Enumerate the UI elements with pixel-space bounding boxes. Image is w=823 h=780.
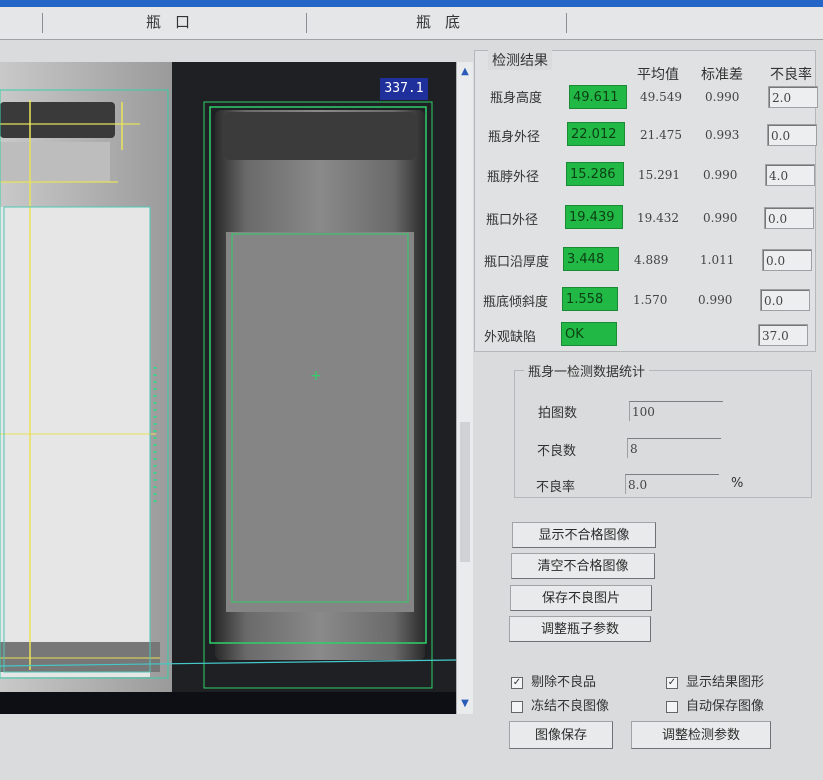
checkbox-empty-icon bbox=[511, 700, 523, 713]
result-avg: 21.475 bbox=[640, 128, 682, 142]
show-ng-images-button[interactable]: 显示不合格图像 bbox=[512, 522, 656, 548]
result-avg: 19.432 bbox=[637, 211, 679, 225]
result-rate-field[interactable]: 2.0 bbox=[768, 86, 818, 108]
measurement-badge: 337.1 bbox=[380, 78, 428, 100]
bottle-mouth-left bbox=[0, 102, 115, 138]
bottle-body-face bbox=[226, 232, 414, 612]
result-avg: 1.570 bbox=[633, 293, 668, 307]
result-value: OK bbox=[561, 322, 617, 346]
result-std: 1.011 bbox=[700, 253, 735, 267]
checkbox-label: 自动保存图像 bbox=[686, 699, 765, 714]
result-label: 瓶身高度 bbox=[490, 91, 543, 106]
result-label: 瓶口外径 bbox=[486, 213, 539, 228]
checkbox-check-icon: ✓ bbox=[666, 676, 678, 689]
viewer-footer bbox=[0, 692, 456, 714]
clear-ng-images-button[interactable]: 清空不合格图像 bbox=[511, 553, 655, 579]
result-avg: 49.549 bbox=[640, 90, 682, 104]
save-ng-pictures-button[interactable]: 保存不良图片 bbox=[510, 585, 652, 611]
bottle-base-left bbox=[0, 642, 160, 672]
center-crosshair: + bbox=[310, 368, 322, 384]
defect-rate-label: 不良率 bbox=[536, 480, 576, 495]
result-std: 0.990 bbox=[703, 211, 738, 225]
defect-rate-unit: % bbox=[731, 476, 744, 491]
tab-divider bbox=[42, 13, 43, 33]
result-value: 49.611 bbox=[569, 85, 627, 109]
shot-count-field[interactable]: 100 bbox=[629, 401, 723, 421]
reject-ng-checkbox[interactable]: ✓ 剔除不良品 bbox=[511, 671, 596, 690]
result-value: 1.558 bbox=[562, 287, 618, 311]
result-rate-field[interactable]: 0.0 bbox=[767, 124, 817, 146]
save-image-button[interactable]: 图像保存 bbox=[509, 721, 613, 749]
scroll-down-icon[interactable]: ▼ bbox=[459, 697, 471, 711]
defect-rate-field[interactable]: 8.0 bbox=[625, 474, 719, 494]
checkbox-label: 冻结不良图像 bbox=[531, 699, 610, 714]
camera-image-viewer[interactable]: + 337.1 bbox=[0, 62, 456, 714]
tab-bottle-mouth[interactable]: 瓶口 bbox=[110, 7, 240, 39]
defect-count-label: 不良数 bbox=[537, 444, 577, 459]
result-std: 0.990 bbox=[703, 168, 738, 182]
result-label: 瓶身外径 bbox=[488, 130, 541, 145]
result-label: 瓶底倾斜度 bbox=[483, 295, 549, 310]
result-value: 15.286 bbox=[566, 162, 624, 186]
view-tab-strip: 瓶口 瓶底 bbox=[0, 7, 823, 40]
result-std: 0.993 bbox=[705, 128, 740, 142]
result-value: 3.448 bbox=[563, 247, 619, 271]
statistics-title: 瓶身一检测数据统计 bbox=[524, 361, 650, 380]
scroll-thumb[interactable] bbox=[460, 422, 470, 562]
column-header-avg: 平均值 bbox=[637, 67, 679, 83]
result-std: 0.990 bbox=[698, 293, 733, 307]
bottle-body-left bbox=[0, 207, 150, 677]
checkbox-label: 剔除不良品 bbox=[531, 675, 597, 690]
result-rate-field[interactable]: 0.0 bbox=[760, 289, 810, 311]
show-result-graphics-checkbox[interactable]: ✓ 显示结果图形 bbox=[666, 671, 764, 690]
adjust-detection-params-button[interactable]: 调整检测参数 bbox=[631, 721, 771, 749]
shot-count-label: 拍图数 bbox=[538, 406, 578, 421]
tab-bottle-bottom[interactable]: 瓶底 bbox=[380, 7, 510, 39]
freeze-ng-image-checkbox[interactable]: 冻结不良图像 bbox=[511, 695, 609, 714]
tab-divider bbox=[566, 13, 567, 33]
result-value: 22.012 bbox=[567, 122, 625, 146]
result-label: 外观缺陷 bbox=[484, 330, 537, 345]
inspection-image: + bbox=[0, 62, 456, 714]
checkbox-empty-icon bbox=[666, 700, 678, 713]
result-label: 瓶口沿厚度 bbox=[484, 255, 550, 270]
result-avg: 4.889 bbox=[634, 253, 669, 267]
bottle-mouth-right bbox=[222, 112, 418, 160]
checkbox-label: 显示结果图形 bbox=[686, 675, 765, 690]
result-rate-field[interactable]: 0.0 bbox=[764, 207, 814, 229]
result-std: 0.990 bbox=[705, 90, 740, 104]
result-rate-field[interactable]: 4.0 bbox=[765, 164, 815, 186]
auto-save-image-checkbox[interactable]: 自动保存图像 bbox=[666, 695, 764, 714]
result-rate-field[interactable]: 0.0 bbox=[762, 249, 812, 271]
viewer-scrollbar[interactable]: ▲ ▼ bbox=[456, 62, 473, 714]
result-avg: 15.291 bbox=[638, 168, 680, 182]
window-title-bar bbox=[0, 0, 823, 7]
bottle-neck-left bbox=[0, 142, 110, 182]
scroll-up-icon[interactable]: ▲ bbox=[459, 65, 471, 79]
column-header-rate: 不良率 bbox=[770, 67, 812, 83]
result-value: 19.439 bbox=[565, 205, 623, 229]
column-header-std: 标准差 bbox=[701, 67, 743, 83]
adjust-bottle-params-button[interactable]: 调整瓶子参数 bbox=[509, 616, 651, 642]
defect-count-field[interactable]: 8 bbox=[627, 438, 721, 458]
results-title: 检测结果 bbox=[488, 50, 552, 70]
result-rate-field[interactable]: 37.0 bbox=[758, 324, 808, 346]
checkbox-check-icon: ✓ bbox=[511, 676, 523, 689]
tab-divider bbox=[306, 13, 307, 33]
result-label: 瓶脖外径 bbox=[487, 170, 540, 185]
